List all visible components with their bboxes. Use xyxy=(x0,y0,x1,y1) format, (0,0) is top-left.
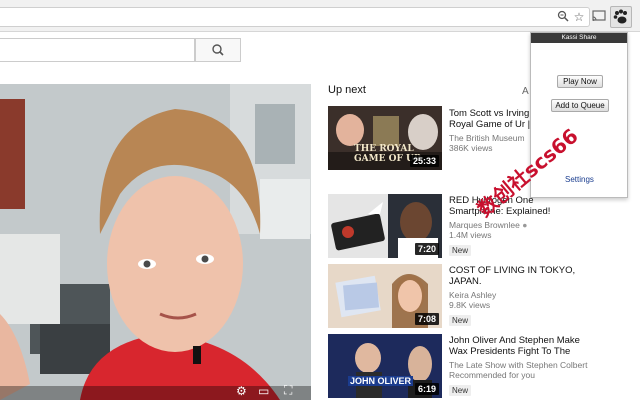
video-duration: 7:20 xyxy=(414,243,439,255)
video-title[interactable]: COST OF LIVING IN TOKYO, JAPAN. xyxy=(449,265,599,287)
new-badge: New xyxy=(449,385,472,396)
search-icon xyxy=(212,44,224,56)
video-views: 1.4M views xyxy=(449,230,492,240)
new-badge: New xyxy=(449,245,472,256)
video-thumbnail[interactable]: JOHN OLIVER 6:19 xyxy=(328,334,442,398)
search-input[interactable] xyxy=(0,38,195,62)
video-views: 9.8K views xyxy=(449,300,491,310)
settings-link[interactable]: Settings xyxy=(565,175,594,184)
video-channel[interactable]: Keira Ashley xyxy=(449,290,599,300)
settings-icon[interactable]: ⚙ xyxy=(236,384,247,398)
video-channel[interactable]: Marques Brownlee ● xyxy=(449,220,599,230)
browser-toolbar: ☆ xyxy=(0,0,640,32)
miniplayer-icon[interactable]: ▭ xyxy=(258,384,269,398)
paw-icon[interactable] xyxy=(610,6,632,28)
video-thumbnail[interactable]: 7:08 xyxy=(328,264,442,328)
video-duration: 25:33 xyxy=(409,155,439,167)
video-player[interactable]: ⚙ ▭ ⛶ xyxy=(0,84,311,400)
video-duration: 6:19 xyxy=(414,383,439,395)
play-now-button[interactable]: Play Now xyxy=(557,75,603,88)
video-recommended: Recommended for you xyxy=(449,370,535,380)
thumbnail-caption: JOHN OLIVER xyxy=(348,376,414,386)
new-badge: New xyxy=(449,315,472,326)
fullscreen-icon[interactable]: ⛶ xyxy=(284,383,292,398)
star-icon[interactable]: ☆ xyxy=(572,10,586,24)
video-duration: 7:08 xyxy=(414,313,439,325)
video-thumbnail[interactable]: 7:20 xyxy=(328,194,442,258)
popup-title: Kassi Share xyxy=(531,33,627,43)
video-title[interactable]: John Oliver And Stephen Make Wax Preside… xyxy=(449,335,599,357)
video-meta[interactable]: RED Hydrogen One Smartphone: Explained! … xyxy=(449,195,599,258)
search-button[interactable] xyxy=(195,38,241,62)
video-meta[interactable]: John Oliver And Stephen Make Wax Preside… xyxy=(449,335,599,398)
video-thumbnail[interactable]: THE ROYAL GAME OF UR 25:33 xyxy=(328,106,442,170)
autoplay-label: A xyxy=(522,86,529,97)
address-bar[interactable]: ☆ xyxy=(0,7,590,27)
add-to-queue-button[interactable]: Add to Queue xyxy=(551,99,609,112)
zoom-icon[interactable] xyxy=(556,10,570,24)
channel-name[interactable]: Marques Brownlee xyxy=(449,220,520,230)
video-frame xyxy=(0,84,311,400)
cast-icon[interactable] xyxy=(592,9,608,25)
video-channel[interactable]: The Late Show with Stephen Colbert xyxy=(449,360,599,370)
verified-icon: ● xyxy=(522,220,528,230)
video-meta[interactable]: COST OF LIVING IN TOKYO, JAPAN. Keira As… xyxy=(449,265,599,328)
upnext-heading: Up next xyxy=(328,84,366,96)
